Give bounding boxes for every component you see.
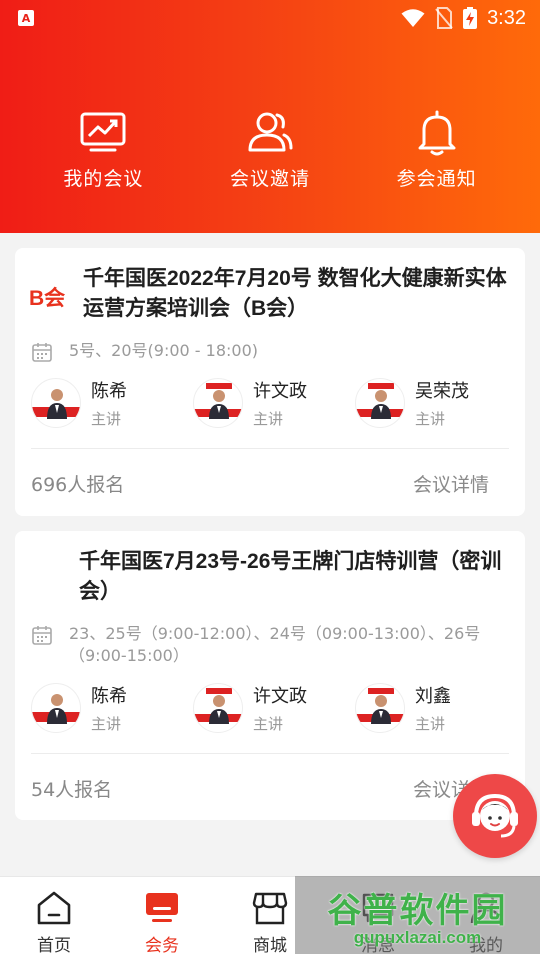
tab-conference[interactable]: 会务 <box>108 877 216 960</box>
quick-nav-notices[interactable]: 参会通知 <box>367 108 507 191</box>
headset-icon <box>472 793 518 838</box>
card-divider <box>31 753 509 754</box>
speaker-item[interactable]: 刘鑫 主讲 <box>355 683 517 734</box>
signup-count: 54人报名 <box>31 779 113 801</box>
meeting-type-badge: B会 <box>29 287 66 310</box>
tab-home[interactable]: 首页 <box>0 877 108 960</box>
monitor-icon <box>146 893 178 922</box>
meeting-date-row: 23、25号（9:00-12:00）、24号（09:00-13:00）、26号（… <box>31 623 509 667</box>
speaker-name: 许文政 <box>253 381 307 402</box>
speaker-item[interactable]: 陈希 主讲 <box>31 683 193 734</box>
app-notification-icon: A <box>18 10 34 26</box>
battery-charging-icon <box>463 7 478 29</box>
quick-nav-label: 参会通知 <box>396 168 477 190</box>
speaker-item[interactable]: 许文政 主讲 <box>193 378 355 429</box>
users-icon <box>248 112 293 152</box>
presentation-chart-icon <box>80 112 126 152</box>
calendar-icon <box>32 626 52 645</box>
speaker-list: 陈希 主讲 许文政 主讲 <box>31 683 517 734</box>
speaker-name: 陈希 <box>91 686 127 707</box>
speaker-role: 主讲 <box>91 410 122 428</box>
tab-profile[interactable]: 我的 <box>432 877 540 960</box>
bottom-tab-bar: 首页 会务 商城 消息 我的 <box>0 876 540 960</box>
meeting-dates: 5号、20号(9:00 - 18:00) <box>69 341 259 360</box>
speaker-role: 主讲 <box>253 410 284 428</box>
tab-label: 商城 <box>253 936 287 956</box>
speaker-role: 主讲 <box>253 715 284 733</box>
speaker-list: 陈希 主讲 许文政 主讲 <box>31 378 517 429</box>
tab-label: 会务 <box>145 936 179 956</box>
speaker-item[interactable]: 吴荣茂 主讲 <box>355 378 517 429</box>
quick-nav-label: 会议邀请 <box>229 168 310 190</box>
speaker-item[interactable]: 陈希 主讲 <box>31 378 193 429</box>
speaker-avatar <box>193 378 243 428</box>
tab-label: 首页 <box>37 936 71 956</box>
meeting-card[interactable]: B会 千年国医2022年7月20号 数智化大健康新实体运营方案培训会（B会） 5… <box>15 248 525 516</box>
speaker-name: 陈希 <box>91 381 127 402</box>
meeting-title: 千年国医2022年7月20号 数智化大健康新实体运营方案培训会（B会） <box>83 267 507 320</box>
speaker-role: 主讲 <box>91 715 122 733</box>
user-icon <box>470 892 502 924</box>
card-footer: 54人报名 会议详情 <box>31 775 489 802</box>
header-banner: A 3:32 我的会议 会议邀请 参会通知 <box>0 0 540 233</box>
speaker-role: 主讲 <box>415 715 446 733</box>
bell-icon <box>418 110 456 156</box>
wifi-icon <box>401 9 425 27</box>
speaker-avatar <box>31 683 81 733</box>
meeting-detail-link[interactable]: 会议详情 <box>413 470 489 497</box>
calendar-icon <box>32 343 52 362</box>
status-bar: A 3:32 <box>0 0 540 36</box>
tab-label: 消息 <box>361 936 395 956</box>
speaker-name: 许文政 <box>253 686 307 707</box>
speaker-name: 刘鑫 <box>415 686 451 707</box>
quick-nav-invitations[interactable]: 会议邀请 <box>200 108 340 191</box>
quick-nav: 我的会议 会议邀请 参会通知 <box>0 108 540 191</box>
tab-label: 我的 <box>469 936 503 956</box>
meeting-date-row: 5号、20号(9:00 - 18:00) <box>31 340 509 363</box>
status-time: 3:32 <box>487 6 526 29</box>
store-icon <box>252 892 288 925</box>
quick-nav-my-meetings[interactable]: 我的会议 <box>33 108 173 191</box>
speaker-avatar <box>193 683 243 733</box>
home-icon <box>37 891 71 925</box>
tab-messages[interactable]: 消息 <box>324 877 432 960</box>
speaker-name: 吴荣茂 <box>415 381 469 402</box>
speaker-role: 主讲 <box>415 410 446 428</box>
tab-store[interactable]: 商城 <box>216 877 324 960</box>
meeting-dates: 23、25号（9:00-12:00）、24号（09:00-13:00）、26号（… <box>69 624 481 665</box>
speaker-avatar <box>355 378 405 428</box>
speaker-avatar <box>355 683 405 733</box>
quick-nav-label: 我的会议 <box>63 168 144 190</box>
message-icon <box>362 893 394 923</box>
meeting-card[interactable]: 千年国医7月23号-26号王牌门店特训营（密训会） 23、25号（9:00-12… <box>15 531 525 820</box>
signup-count: 696人报名 <box>31 474 125 496</box>
customer-service-button[interactable] <box>453 774 537 858</box>
speaker-item[interactable]: 许文政 主讲 <box>193 683 355 734</box>
no-sim-icon <box>435 7 453 29</box>
card-footer: 696人报名 会议详情 <box>31 470 489 497</box>
card-divider <box>31 448 509 449</box>
speaker-avatar <box>31 378 81 428</box>
meeting-title: 千年国医7月23号-26号王牌门店特训营（密训会） <box>79 550 502 603</box>
